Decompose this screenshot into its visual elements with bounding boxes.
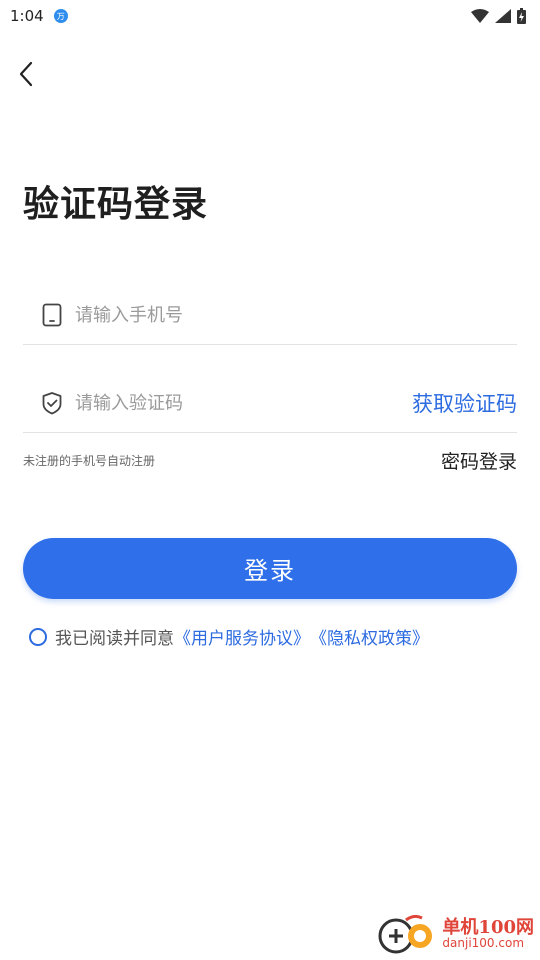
get-code-button[interactable]: 获取验证码 bbox=[412, 388, 517, 418]
watermark-url: danji100.com bbox=[442, 936, 525, 951]
agreement-row: 我已阅读并同意 《用户服务协议》 《隐私权政策》 bbox=[29, 624, 429, 649]
register-hint: 未注册的手机号自动注册 bbox=[23, 454, 156, 468]
privacy-policy-link[interactable]: 《隐私权政策》 bbox=[310, 624, 429, 649]
wifi-icon bbox=[471, 9, 489, 23]
code-input[interactable] bbox=[73, 382, 412, 424]
status-bar: 1:04 万 bbox=[0, 0, 540, 32]
agreement-checkbox[interactable] bbox=[29, 627, 47, 646]
watermark-text: 单机100网 danji100.com bbox=[442, 916, 534, 951]
page-title: 验证码登录 bbox=[23, 184, 209, 225]
battery-icon bbox=[517, 8, 526, 24]
password-login-link[interactable]: 密码登录 bbox=[441, 447, 517, 474]
code-field: 获取验证码 bbox=[23, 374, 517, 433]
status-time: 1:04 bbox=[10, 7, 44, 25]
app-notification-icon: 万 bbox=[53, 9, 68, 23]
shield-icon bbox=[39, 390, 65, 416]
watermark: 单机100网 danji100.com bbox=[376, 912, 534, 956]
phone-icon bbox=[39, 302, 65, 328]
user-agreement-link[interactable]: 《用户服务协议》 bbox=[174, 624, 310, 649]
watermark-title: 单机100网 bbox=[442, 916, 534, 938]
status-left: 1:04 万 bbox=[10, 7, 68, 25]
signal-icon bbox=[495, 9, 511, 23]
login-button[interactable]: 登录 bbox=[23, 538, 517, 599]
phone-input[interactable] bbox=[73, 294, 517, 336]
agreement-prefix: 我已阅读并同意 bbox=[55, 629, 174, 649]
phone-field bbox=[23, 286, 517, 345]
chevron-left-icon bbox=[19, 61, 33, 87]
watermark-logo-icon bbox=[376, 912, 436, 956]
status-right bbox=[471, 8, 526, 24]
back-button[interactable] bbox=[12, 56, 44, 92]
